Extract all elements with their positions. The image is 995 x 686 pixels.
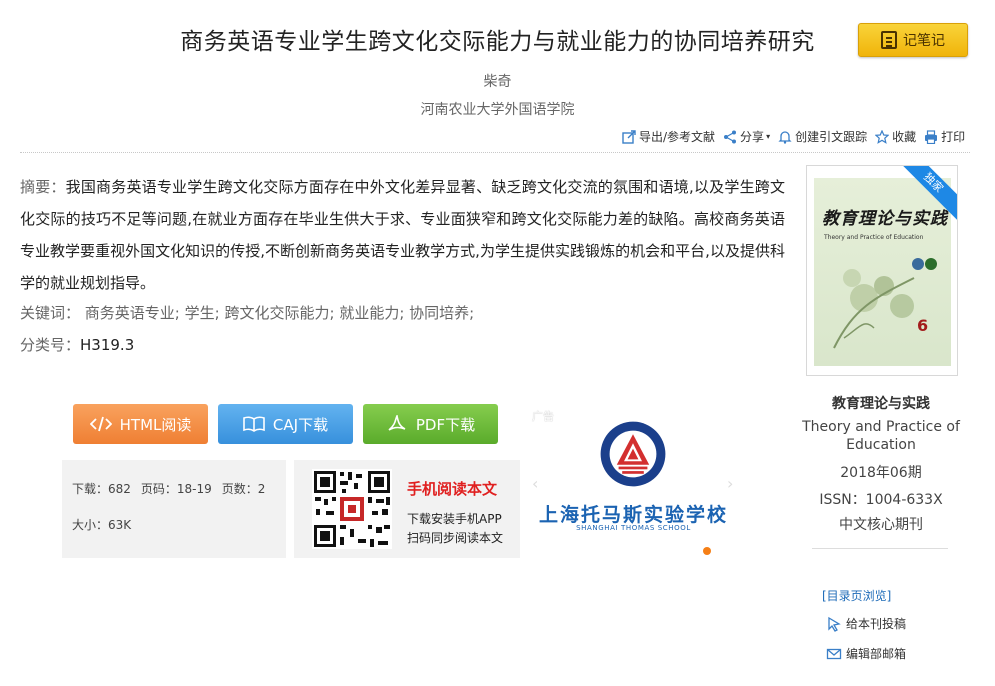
- print-button[interactable]: 打印: [924, 128, 965, 145]
- pdf-icon: [388, 415, 406, 431]
- page-range: 页码：18-19: [140, 482, 212, 496]
- caj-download-label: CAJ下载: [272, 415, 329, 434]
- printer-icon: [925, 129, 938, 144]
- chevron-down-icon: ▾: [766, 132, 771, 141]
- qr-code: [312, 469, 392, 549]
- pdf-download-label: PDF下载: [415, 415, 476, 434]
- ad-label: 广告: [532, 410, 554, 423]
- html-read-button[interactable]: HTML阅读: [73, 404, 208, 444]
- export-icon: [622, 129, 636, 144]
- catalog-browse-link[interactable]: [目录页浏览]: [822, 587, 891, 604]
- school-logo-icon: [600, 421, 666, 487]
- html-read-label: HTML阅读: [119, 415, 192, 434]
- chevron-right-icon[interactable]: ›: [727, 474, 733, 493]
- citation-tracking-label: 创建引文跟踪: [795, 130, 868, 144]
- caj-download-button[interactable]: CAJ下载: [218, 404, 353, 444]
- chevron-left-icon[interactable]: ‹: [532, 474, 538, 493]
- article-stats: 下载：682 页码：18-19 页数：2 大小：63K: [62, 460, 286, 558]
- carousel-dot[interactable]: [703, 547, 711, 555]
- abstract: 摘要：我国商务英语专业学生跨文化交际方面存在中外文化差异显著、缺乏跨文化交流的氛…: [20, 171, 785, 299]
- mobile-read-hint-1: 下载安装手机APP: [407, 512, 502, 526]
- article-toolbar: 导出/参考文献 分享 ▾ 创建引文跟踪 收藏 打印: [622, 128, 965, 145]
- abstract-label: 摘要：: [20, 178, 66, 196]
- editorial-email-link[interactable]: 编辑部邮箱: [826, 645, 906, 662]
- mail-icon: [826, 648, 842, 659]
- classification-label: 分类号：: [20, 336, 81, 354]
- journal-issue-date[interactable]: 2018年06期: [796, 462, 966, 482]
- journal-name[interactable]: 教育理论与实践: [796, 393, 966, 413]
- affiliation-link[interactable]: 河南农业大学外国语学院: [0, 99, 995, 119]
- page-count: 页数：2: [221, 482, 266, 496]
- paper-plane-icon: [828, 616, 841, 632]
- citation-tracking-button[interactable]: 创建引文跟踪: [778, 128, 867, 145]
- code-icon: [89, 416, 112, 432]
- file-size: 大小：63K: [72, 518, 132, 532]
- mobile-read-hint-2: 扫码同步阅读本文: [407, 531, 504, 545]
- keyword-link[interactable]: 商务英语专业;: [85, 304, 180, 322]
- author-link[interactable]: 柴奇: [0, 71, 995, 91]
- cover-issue-number: 6: [917, 316, 929, 335]
- keyword-link[interactable]: 跨文化交际能力;: [224, 304, 334, 322]
- journal-divider: [812, 548, 948, 549]
- ad-school-name-en: SHANGHAI THOMAS SCHOOL: [576, 524, 691, 532]
- classification: 分类号：H319.3: [20, 329, 785, 361]
- cover-title-cn: 教育理论与实践: [822, 209, 948, 229]
- book-icon: [243, 416, 265, 432]
- star-icon: [875, 129, 890, 144]
- pdf-download-button[interactable]: PDF下载: [363, 404, 498, 444]
- journal-name-en[interactable]: Theory and Practice of Education: [796, 418, 966, 454]
- editorial-email-label: 编辑部邮箱: [846, 647, 907, 661]
- share-button[interactable]: 分享 ▾: [723, 128, 770, 145]
- bell-icon: [778, 130, 792, 144]
- ad-school-name: 上海托马斯实验学校: [538, 504, 728, 526]
- abstract-text: 我国商务英语专业学生跨文化交际方面存在中外文化差异显著、缺乏跨文化交流的氛围和语…: [20, 178, 785, 292]
- take-notes-label: 记笔记: [903, 33, 945, 49]
- share-icon: [724, 130, 737, 143]
- keywords: 关键词： 商务英语专业; 学生; 跨文化交际能力; 就业能力; 协同培养;: [20, 297, 785, 329]
- keyword-link[interactable]: 学生;: [185, 304, 220, 322]
- cover-image: 教育理论与实践 Theory and Practice of Education…: [814, 178, 951, 366]
- cover-title-en: Theory and Practice of Education: [824, 234, 924, 241]
- journal-core-badge: 中文核心期刊: [839, 517, 923, 533]
- journal-issn: ISSN：1004-633X: [819, 492, 943, 508]
- ad-banner[interactable]: 广告 ‹ › 上海托马斯实验学校 SHANGHAI THOMAS SCHOOL: [530, 406, 737, 560]
- take-notes-button[interactable]: 记笔记: [858, 23, 968, 57]
- share-label: 分享: [740, 130, 765, 144]
- download-count: 下载：682: [72, 482, 131, 496]
- submit-manuscript-link[interactable]: 给本刊投稿: [826, 615, 906, 632]
- submit-manuscript-label: 给本刊投稿: [846, 617, 907, 631]
- export-reference-button[interactable]: 导出/参考文献: [622, 128, 715, 145]
- mobile-read-panel: 手机阅读本文 下载安装手机APP 扫码同步阅读本文: [294, 460, 520, 558]
- favorite-button[interactable]: 收藏: [875, 128, 916, 145]
- keyword-link[interactable]: 协同培养;: [409, 304, 474, 322]
- journal-cover[interactable]: 教育理论与实践 Theory and Practice of Education…: [806, 165, 958, 376]
- header-divider: [20, 152, 970, 153]
- keyword-link[interactable]: 就业能力;: [339, 304, 404, 322]
- keywords-label: 关键词：: [20, 304, 81, 322]
- favorite-label: 收藏: [892, 130, 917, 144]
- mobile-read-title: 手机阅读本文: [407, 480, 498, 498]
- print-label: 打印: [941, 130, 966, 144]
- classification-value: H319.3: [80, 336, 135, 354]
- export-reference-label: 导出/参考文献: [639, 130, 716, 144]
- article-title: 商务英语专业学生跨文化交际能力与就业能力的协同培养研究: [180, 29, 815, 55]
- notebook-icon: [881, 31, 897, 49]
